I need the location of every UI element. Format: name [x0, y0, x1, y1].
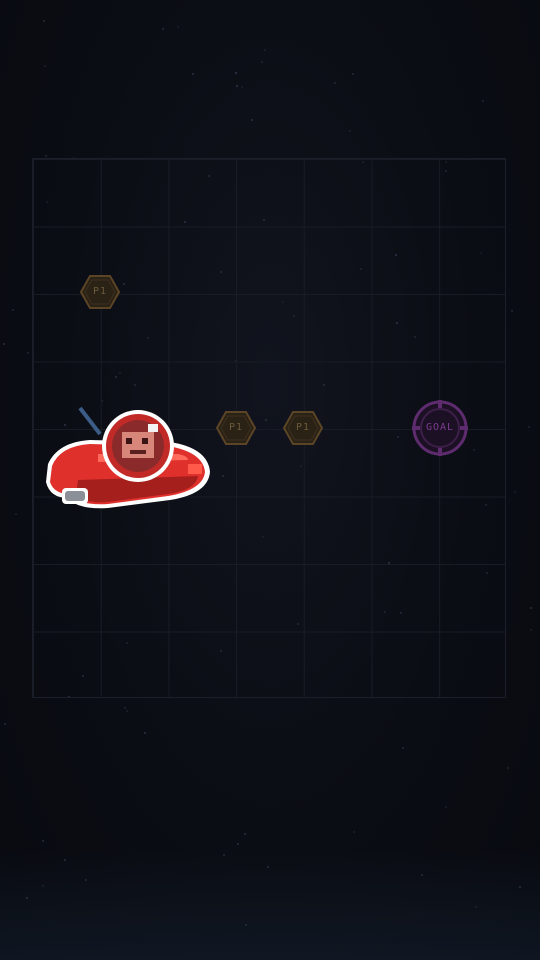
star	[334, 82, 336, 84]
star	[530, 629, 532, 631]
p1-token[interactable]: P1	[80, 274, 120, 310]
star	[15, 513, 17, 515]
star	[144, 732, 146, 734]
star	[261, 61, 263, 63]
star	[511, 310, 513, 312]
star	[402, 747, 404, 749]
p1-token-label: P1	[92, 286, 108, 297]
star	[244, 833, 246, 835]
star	[235, 72, 237, 74]
star	[43, 20, 45, 22]
star	[44, 65, 46, 67]
p1-token-label: P1	[295, 422, 311, 433]
player-ship[interactable]	[38, 402, 218, 532]
star	[251, 119, 253, 121]
star	[4, 723, 6, 725]
star	[241, 86, 243, 88]
goal-label: GOAL	[425, 422, 455, 433]
star	[45, 155, 47, 157]
goal-target[interactable]: GOAL	[410, 398, 470, 458]
star	[445, 806, 447, 808]
game-stage[interactable]: P1 P1 P1 GOAL	[0, 0, 540, 960]
star	[42, 840, 44, 842]
p1-token[interactable]: P1	[216, 410, 256, 446]
star	[349, 130, 351, 132]
star	[3, 343, 5, 345]
star	[162, 28, 164, 30]
star	[12, 309, 14, 311]
star	[353, 831, 355, 833]
star	[507, 767, 509, 769]
star	[530, 607, 532, 609]
star	[192, 73, 194, 75]
p1-token[interactable]: P1	[283, 410, 323, 446]
star	[352, 73, 354, 75]
red-spaceship-icon	[46, 406, 210, 509]
star	[27, 352, 29, 354]
p1-token-label: P1	[228, 422, 244, 433]
star	[177, 26, 179, 28]
star	[237, 843, 239, 845]
star	[514, 491, 516, 493]
star	[264, 49, 266, 51]
star	[236, 85, 238, 87]
bottom-fog	[0, 850, 540, 960]
star	[124, 707, 126, 709]
star	[126, 710, 128, 712]
star	[482, 100, 484, 102]
star	[528, 426, 530, 428]
